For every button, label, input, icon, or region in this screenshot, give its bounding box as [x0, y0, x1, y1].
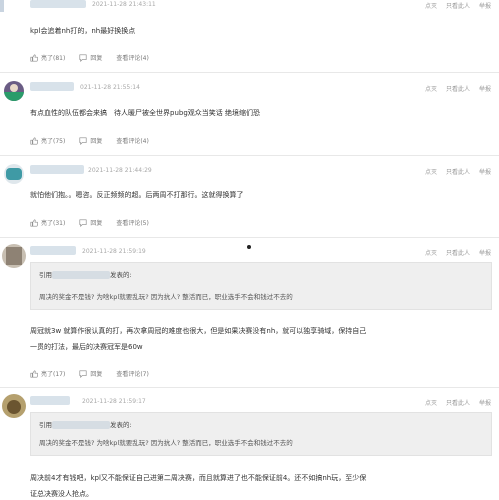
reply-button[interactable]: 回复 — [79, 53, 102, 62]
comment-actions: 点灭 只看此人 举报 — [416, 84, 491, 93]
reply-label: 回复 — [90, 371, 103, 378]
like-count: 亮了(17) — [41, 371, 66, 378]
quote-body: 周决的奖金不是钱? 为啥kpl就要乱玩? 因为抗人? 整活而已，职业选手不会和钱… — [39, 439, 293, 447]
comment-content: 有点血性的队伍都会来搞 待人暖尸被全世界pubg观众当笑话 绝境缩们恐 — [30, 109, 260, 117]
avatar[interactable] — [2, 394, 26, 418]
comment-content-line1: 周决前4才有钱吧，kpl又不能保证自己进第二周决赛，而且就算进了也不能保证前4。… — [30, 474, 367, 482]
quote-suffix: 发表的: — [110, 421, 132, 429]
thumbs-up-icon — [30, 369, 38, 378]
comment-meta: 亮了(17) 回复 查看评论(7) — [30, 369, 163, 378]
quote-header: 引用 发表的: — [39, 419, 132, 429]
only-this-user-link[interactable]: 只看此人 — [446, 3, 470, 10]
reply-button[interactable]: 回复 — [79, 136, 102, 145]
thumbs-up-icon — [30, 136, 38, 145]
thumbs-up-icon — [30, 53, 38, 62]
like-button[interactable]: 亮了(17) — [30, 369, 65, 378]
comment-actions: 点灭 只看此人 举报 — [416, 167, 491, 176]
view-comments-button[interactable]: 查看评论(5) — [116, 218, 149, 227]
comment-actions: 点灭 只看此人 举报 — [416, 248, 491, 257]
comment-time: 021-11-28 21:55:14 — [80, 84, 140, 91]
username-blurred[interactable] — [30, 0, 86, 8]
view-comments-button[interactable]: 查看评论(4) — [116, 53, 149, 62]
avatar[interactable] — [4, 164, 24, 184]
like-button[interactable]: 亮了(81) — [30, 53, 65, 62]
like-button[interactable]: 亮了(31) — [30, 218, 65, 227]
comment-content: kpl会追着nh打的，nh最好换换点 — [30, 27, 136, 35]
dislike-link[interactable]: 点灭 — [425, 86, 437, 93]
username-blurred[interactable] — [30, 246, 76, 255]
comment-meta: 亮了(31) 回复 查看评论(5) — [30, 218, 163, 227]
reply-label: 回复 — [90, 138, 103, 145]
comment-actions: 点灭 只看此人 举报 — [416, 398, 491, 407]
view-comments-label: 查看评论(5) — [116, 220, 149, 227]
avatar[interactable] — [4, 81, 24, 101]
reply-icon — [79, 218, 87, 227]
quote-box: 引用 发表的: 周决的奖金不是钱? 为啥kpl就要乱玩? 因为抗人? 整活而已，职… — [30, 262, 492, 310]
view-comments-button[interactable]: 查看评论(7) — [116, 369, 149, 378]
like-count: 亮了(31) — [41, 220, 66, 227]
view-comments-button[interactable]: 查看评论(4) — [116, 136, 149, 145]
avatar-edge — [0, 0, 4, 12]
quote-header: 引用 发表的: — [39, 269, 132, 279]
comment-meta: 亮了(75) 回复 查看评论(4) — [30, 136, 163, 145]
comment-meta: 亮了(81) 回复 查看评论(4) — [30, 53, 163, 62]
dislike-link[interactable]: 点灭 — [425, 400, 437, 407]
like-button[interactable]: 亮了(75) — [30, 136, 65, 145]
quote-prefix: 引用 — [39, 421, 52, 429]
comment-content-line2: 证总决赛没人抢点。 — [30, 490, 93, 498]
username-blurred[interactable] — [30, 165, 84, 174]
divider — [0, 237, 499, 238]
username-blurred[interactable] — [30, 82, 74, 91]
only-this-user-link[interactable]: 只看此人 — [446, 250, 470, 257]
username-blurred[interactable] — [30, 396, 70, 405]
divider — [0, 155, 499, 156]
quoted-user-blurred[interactable] — [52, 421, 110, 429]
report-link[interactable]: 举报 — [479, 400, 491, 407]
reply-icon — [79, 369, 87, 378]
report-link[interactable]: 举报 — [479, 250, 491, 257]
divider — [0, 72, 499, 73]
thumbs-up-icon — [30, 218, 38, 227]
comment-time: 2021-11-28 21:43:11 — [92, 1, 156, 8]
avatar[interactable] — [2, 244, 26, 268]
report-link[interactable]: 举报 — [479, 3, 491, 10]
report-link[interactable]: 举报 — [479, 169, 491, 176]
comment-actions: 点灭 只看此人 举报 — [416, 1, 491, 10]
quote-prefix: 引用 — [39, 271, 52, 279]
reply-button[interactable]: 回复 — [79, 218, 102, 227]
only-this-user-link[interactable]: 只看此人 — [446, 400, 470, 407]
comment-content: 就怕他们抱。。嗯咨。反正频频的超。后两周不打那行。这就得换算了 — [30, 191, 244, 199]
quoted-user-blurred[interactable] — [52, 271, 110, 279]
like-count: 亮了(81) — [41, 55, 66, 62]
only-this-user-link[interactable]: 只看此人 — [446, 86, 470, 93]
comment-time: 2021-11-28 21:59:19 — [82, 248, 146, 255]
quote-box: 引用 发表的: 周决的奖金不是钱? 为啥kpl就要乱玩? 因为抗人? 整活而已，职… — [30, 412, 492, 456]
reply-icon — [79, 53, 87, 62]
report-link[interactable]: 举报 — [479, 86, 491, 93]
quote-body: 周决的奖金不是钱? 为啥kpl就要乱玩? 因为抗人? 整活而已，职业选手不会和钱… — [39, 293, 293, 301]
view-comments-label: 查看评论(4) — [116, 138, 149, 145]
comment-content-line2: 一贯的打法，最后的决赛冠军是60w — [30, 343, 143, 351]
quote-suffix: 发表的: — [110, 271, 132, 279]
view-comments-label: 查看评论(7) — [116, 371, 149, 378]
reply-label: 回复 — [90, 220, 103, 227]
reply-button[interactable]: 回复 — [79, 369, 102, 378]
reply-icon — [79, 136, 87, 145]
dislike-link[interactable]: 点灭 — [425, 250, 437, 257]
comment-time: 2021-11-28 21:59:17 — [82, 398, 146, 405]
comment-content-line1: 周冠就3w 就算作很认真的打，再次拿周冠的难度也很大，但是如果决赛没有nh，就可… — [30, 327, 367, 335]
divider — [0, 387, 499, 388]
view-comments-label: 查看评论(4) — [116, 55, 149, 62]
cursor-dot — [247, 245, 251, 249]
only-this-user-link[interactable]: 只看此人 — [446, 169, 470, 176]
comment-time: 2021-11-28 21:44:29 — [88, 167, 152, 174]
dislike-link[interactable]: 点灭 — [425, 169, 437, 176]
reply-label: 回复 — [90, 55, 103, 62]
like-count: 亮了(75) — [41, 138, 66, 145]
dislike-link[interactable]: 点灭 — [425, 3, 437, 10]
